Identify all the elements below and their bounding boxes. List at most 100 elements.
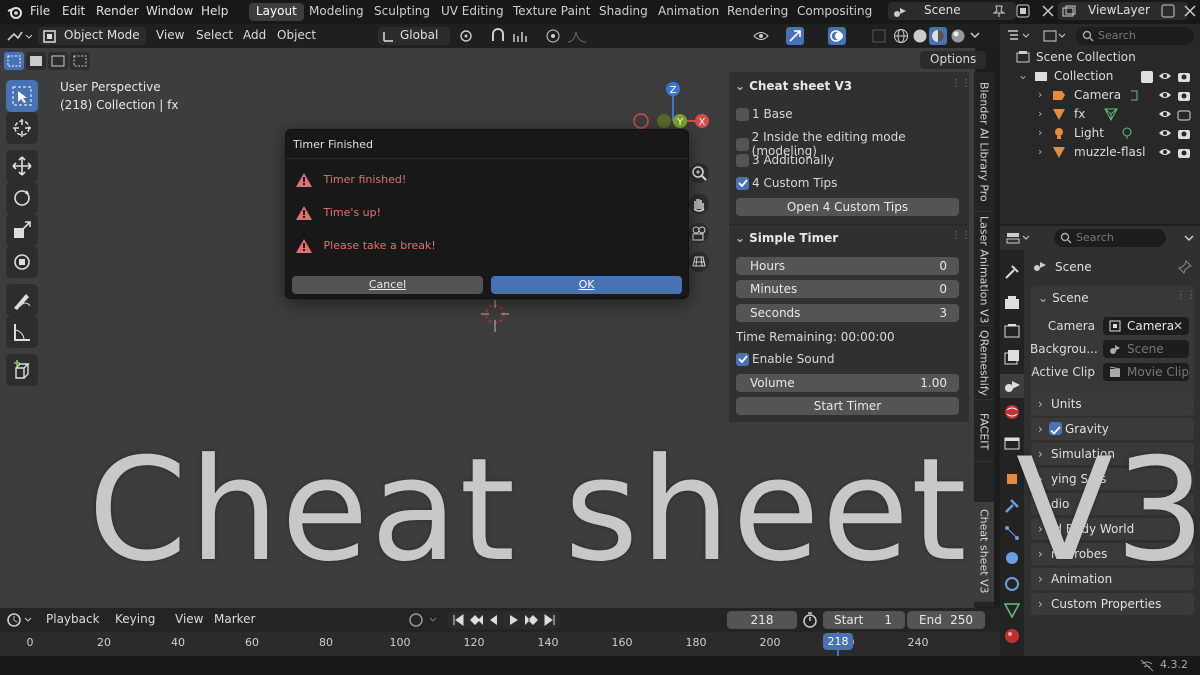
wireframe-shading-icon[interactable] xyxy=(893,28,909,44)
solid-shading-icon[interactable] xyxy=(912,28,928,44)
simple-timer-panel-header[interactable]: ⌄ Simple Timer xyxy=(735,231,838,245)
output-tab-icon[interactable] xyxy=(1003,322,1021,340)
menu-object[interactable]: Object xyxy=(277,28,316,42)
auto-keying-icon[interactable] xyxy=(408,612,440,628)
outliner-search-input[interactable]: Search xyxy=(1076,27,1194,45)
render-camera-icon[interactable] xyxy=(1177,127,1191,140)
units-section[interactable]: › Units xyxy=(1031,393,1194,415)
start-timer-button[interactable]: Start Timer xyxy=(736,397,959,415)
eye-icon[interactable] xyxy=(1158,108,1172,121)
minutes-field[interactable]: Minutes 0 xyxy=(736,280,959,298)
render-camera-icon[interactable] xyxy=(1177,70,1191,83)
menu-file[interactable]: File xyxy=(30,4,50,18)
eye-icon[interactable] xyxy=(1158,146,1172,159)
custom-properties-section[interactable]: › Custom Properties xyxy=(1031,593,1194,615)
rendered-shading-icon[interactable] xyxy=(950,28,966,44)
cancel-button[interactable]: Cancel xyxy=(292,276,483,294)
background-prop-field[interactable]: Scene xyxy=(1103,340,1189,358)
active-clip-prop-field[interactable]: Movie Clip xyxy=(1103,363,1189,381)
new-view-layer-icon[interactable] xyxy=(1160,3,1176,19)
outliner-scene-collection[interactable]: Scene Collection xyxy=(1000,48,1200,67)
snap-icon[interactable] xyxy=(490,28,514,44)
menu-add[interactable]: Add xyxy=(243,28,266,42)
tool-settings-tab-icon[interactable] xyxy=(1003,263,1021,281)
chevron-down-icon[interactable] xyxy=(1184,233,1194,243)
chevron-right-icon[interactable]: › xyxy=(1038,88,1042,101)
render-camera-icon[interactable] xyxy=(1177,89,1191,102)
chevron-down-icon[interactable]: ⌄ xyxy=(1018,68,1028,82)
proportional-editing-icon[interactable] xyxy=(544,28,562,44)
render-camera-icon[interactable] xyxy=(1177,146,1191,159)
menu-render[interactable]: Render xyxy=(96,4,139,18)
options-dropdown[interactable]: Options xyxy=(920,51,986,69)
data-tab-icon[interactable] xyxy=(1003,601,1021,619)
properties-editor-icon[interactable] xyxy=(1006,231,1032,245)
pin-icon[interactable] xyxy=(992,4,1006,18)
pan-hand-icon[interactable] xyxy=(688,193,710,215)
ortho-grid-icon[interactable] xyxy=(688,251,710,273)
editor-type-icon[interactable] xyxy=(6,28,32,44)
remove-scene-icon[interactable] xyxy=(1040,3,1056,19)
select-mode-icons[interactable] xyxy=(4,52,96,70)
collection-checkbox[interactable] xyxy=(1141,71,1153,83)
outliner-fx[interactable]: › fx xyxy=(1000,105,1200,124)
eye-icon[interactable] xyxy=(1158,127,1172,140)
tab-laser-animation[interactable]: Laser Animation V3 xyxy=(974,214,994,326)
zoom-icon[interactable] xyxy=(688,162,710,184)
drag-handle-icon[interactable]: ⋮⋮ xyxy=(1176,290,1196,301)
tab-compositing[interactable]: Compositing xyxy=(790,3,879,21)
chevron-right-icon[interactable]: › xyxy=(1038,107,1042,120)
tool-rotate[interactable] xyxy=(6,182,38,214)
navigation-gizmo[interactable]: Z X Y xyxy=(628,80,716,134)
shading-dropdown-icon[interactable] xyxy=(970,30,980,40)
properties-search-input[interactable]: Search xyxy=(1054,229,1166,247)
camera-prop-field[interactable]: Camera ✕ xyxy=(1103,317,1189,335)
tool-move[interactable] xyxy=(6,150,38,182)
tool-cursor[interactable] xyxy=(6,112,38,144)
outliner-collection[interactable]: ⌄ Collection xyxy=(1000,67,1200,86)
stopwatch-icon[interactable] xyxy=(802,612,818,628)
outliner-muzzle-flash[interactable]: › muzzle-flasl xyxy=(1000,143,1200,162)
new-scene-icon[interactable] xyxy=(1015,3,1031,19)
volume-field[interactable]: Volume 1.00 xyxy=(736,374,959,392)
drag-handle-icon[interactable]: ⋮⋮ xyxy=(951,78,971,89)
enable-sound-checkbox[interactable]: Enable Sound xyxy=(736,352,834,366)
material-tab-icon[interactable] xyxy=(1003,627,1021,645)
end-frame-field[interactable]: End 250 xyxy=(907,611,985,629)
checkbox-custom-tips[interactable]: 4 Custom Tips xyxy=(736,176,837,190)
outliner-editor-icon[interactable] xyxy=(1006,29,1032,43)
remove-view-layer-icon[interactable] xyxy=(1182,3,1198,19)
pin-icon[interactable] xyxy=(1178,260,1192,274)
timeline-editor-icon[interactable] xyxy=(6,612,34,628)
tab-blender-ai-library[interactable]: Blender AI Library Pro xyxy=(974,72,994,212)
clear-icon[interactable]: ✕ xyxy=(1173,317,1183,335)
outliner-camera[interactable]: › Camera xyxy=(1000,86,1200,105)
drag-handle-icon[interactable]: ⋮⋮ xyxy=(951,230,971,241)
chevron-right-icon[interactable]: › xyxy=(1038,126,1042,139)
menu-keying[interactable]: Keying xyxy=(115,612,155,626)
menu-select[interactable]: Select xyxy=(196,28,233,42)
pivot-point-icon[interactable] xyxy=(458,28,484,44)
tab-shading[interactable]: Shading xyxy=(592,3,655,21)
xray-icon[interactable] xyxy=(872,29,886,43)
scene-section-header[interactable]: ⌄ Scene xyxy=(1038,291,1089,305)
tab-qremeshify[interactable]: QRemeshify xyxy=(974,328,994,400)
display-mode-icon[interactable] xyxy=(1042,28,1068,44)
menu-timeline-view[interactable]: View xyxy=(175,612,203,626)
playback-buttons-icon[interactable] xyxy=(448,611,560,629)
render-tab-icon[interactable] xyxy=(1003,294,1021,312)
checkbox-base[interactable]: 1 Base xyxy=(736,107,793,121)
world-tab-icon[interactable] xyxy=(1003,403,1021,421)
tool-transform[interactable] xyxy=(6,246,38,278)
current-frame-field[interactable]: 218 xyxy=(727,611,797,629)
visibility-icon[interactable] xyxy=(752,28,782,44)
render-camera-disabled-icon[interactable] xyxy=(1177,108,1191,121)
tab-animation[interactable]: Animation xyxy=(651,3,726,21)
start-frame-field[interactable]: Start 1 xyxy=(823,611,905,629)
menu-edit[interactable]: Edit xyxy=(62,4,85,18)
tool-add-cube[interactable] xyxy=(6,354,38,386)
checkbox-additionally[interactable]: 3 Additionally xyxy=(736,153,834,167)
tool-annotate[interactable] xyxy=(6,284,38,316)
tab-rendering[interactable]: Rendering xyxy=(720,3,795,21)
ok-button[interactable]: OK xyxy=(491,276,682,294)
